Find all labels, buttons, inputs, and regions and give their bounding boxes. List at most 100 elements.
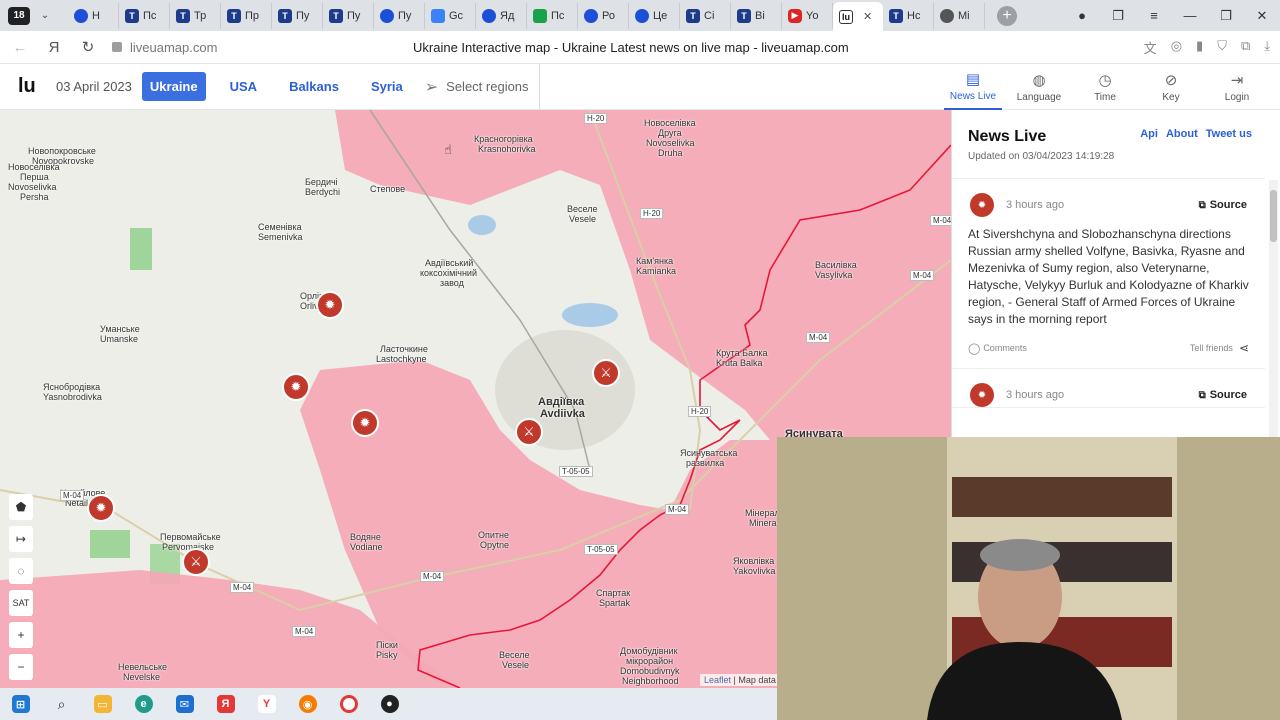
tab-favicon-icon (482, 8, 496, 23)
tab-count-badge[interactable]: 18 (8, 6, 30, 25)
tab-favicon-icon (380, 8, 394, 23)
menu-icon[interactable]: ≡ (1136, 0, 1172, 31)
yandex-icon[interactable]: Я (205, 688, 246, 720)
collections-icon[interactable]: ❐ (1100, 0, 1136, 31)
firefox-icon[interactable]: ◉ (287, 688, 328, 720)
zoom-in-button[interactable]: + (9, 622, 33, 648)
tab-favicon-icon (431, 8, 445, 23)
map-place-label: Vasylivka (815, 270, 853, 280)
tab-list-chevron-icon[interactable]: ⌄ (34, 10, 56, 21)
event-marker-gunfire[interactable]: ⚔ (592, 359, 620, 387)
road-shield: T-05-05 (559, 466, 593, 477)
browser-tab[interactable]: T Пр (221, 2, 272, 29)
lock-icon (112, 42, 122, 52)
browser-tab[interactable]: T Сі (680, 2, 731, 29)
event-marker-explosion[interactable]: ✹ (316, 291, 344, 319)
tab-label: Пу (398, 9, 412, 22)
event-marker-gunfire[interactable]: ⚔ (515, 418, 543, 446)
scrollbar-thumb[interactable] (1270, 190, 1277, 242)
news-icon: ▤ (965, 71, 981, 88)
browser-tab[interactable]: T Тр (170, 2, 221, 29)
nav-news-live[interactable]: ▤ News Live (944, 64, 1002, 110)
source-link[interactable]: ⧉ Source (1199, 389, 1247, 401)
tweet-us-link[interactable]: Tweet us (1206, 128, 1252, 140)
browser-tab[interactable]: T Пс (119, 2, 170, 29)
satellite-toggle[interactable]: SAT (9, 590, 33, 616)
browser-tab[interactable]: T Пу (323, 2, 374, 29)
minimize-button[interactable]: — (1172, 0, 1208, 31)
map-place-label: Avdiivka (540, 408, 585, 420)
reload-button[interactable]: ↻ (74, 38, 102, 56)
browser-tab[interactable]: Це (629, 2, 680, 29)
edge-icon[interactable]: e (123, 688, 164, 720)
region-syria[interactable]: Syria (363, 72, 411, 101)
close-window-button[interactable]: ✕ (1244, 0, 1280, 31)
map-place-label: Kamianka (636, 266, 677, 276)
mail-icon[interactable]: ✉ (164, 688, 205, 720)
translate-icon[interactable]: 文 (1144, 38, 1157, 57)
nav-time[interactable]: ◷ Time (1076, 64, 1134, 110)
restore-button[interactable]: ❐ (1208, 0, 1244, 31)
event-marker-explosion[interactable]: ✹ (351, 409, 379, 437)
event-marker-gunfire[interactable]: ⚔ (182, 548, 210, 576)
profile-icon[interactable]: ● (1064, 0, 1100, 31)
source-label: Source (1209, 389, 1247, 401)
api-link[interactable]: Api (1140, 128, 1158, 140)
url-field[interactable]: liveuamap.com (112, 40, 217, 55)
obs-icon[interactable]: ● (369, 688, 410, 720)
date-label[interactable]: 03 April 2023 (56, 79, 132, 94)
source-link[interactable]: ⧉ Source (1199, 199, 1247, 211)
region-ukraine[interactable]: Ukraine (141, 72, 206, 101)
liveuamap-logo[interactable]: lu (18, 75, 42, 98)
water-body (468, 215, 496, 235)
yandex-browser-icon[interactable]: Y (246, 688, 287, 720)
file-explorer-icon[interactable]: ▭ (82, 688, 123, 720)
windows-icon[interactable]: ⊞ (0, 688, 41, 720)
browser-tab[interactable]: Пс (527, 2, 578, 29)
yandex-home-icon[interactable]: Я (40, 39, 68, 56)
zoom-out-button[interactable]: − (9, 654, 33, 680)
bookmark-icon[interactable]: ▮ (1196, 38, 1203, 57)
leaflet-link[interactable]: Leaflet (704, 675, 731, 685)
news-item[interactable]: ✹ 3 hours ago ⧉ Source At Sivershchyna an… (952, 179, 1265, 369)
news-item[interactable]: ✹ 3 hours ago ⧉ Source (952, 369, 1265, 408)
back-button[interactable]: ← (6, 39, 34, 56)
header-nav: ▤ News Live ◍ Language ◷ Time ⊘ Key ⇥ Lo… (936, 64, 1266, 110)
hide-layer-button[interactable]: ◌ (9, 558, 33, 584)
browser-tab[interactable]: T Ві (731, 2, 782, 29)
browser-tab[interactable]: Н (68, 2, 119, 29)
browser-tab[interactable]: Пу (374, 2, 425, 29)
browser-tab[interactable]: T Нс (883, 2, 934, 29)
region-balkans[interactable]: Balkans (281, 72, 347, 101)
browser-tab[interactable]: Яд (476, 2, 527, 29)
opera-icon[interactable] (328, 688, 369, 720)
measure-button[interactable]: ↦ (9, 526, 33, 552)
news-scrollbar[interactable] (1269, 180, 1278, 440)
close-tab-icon[interactable]: ✕ (863, 10, 872, 23)
draw-shape-button[interactable]: ⬟ (9, 494, 33, 520)
comments-link[interactable]: ◯ Comments (968, 342, 1027, 355)
nav-language[interactable]: ◍ Language (1010, 64, 1068, 110)
reader-icon[interactable]: ◎ (1171, 38, 1182, 57)
download-icon[interactable]: ⤓ (1264, 38, 1270, 57)
search-icon[interactable]: ⌕ (41, 688, 82, 720)
tell-friends-link[interactable]: Tell friends ⋖ (1190, 341, 1249, 355)
browser-tab[interactable]: Gc (425, 2, 476, 29)
select-regions-button[interactable]: ➢ Select regions (425, 63, 540, 110)
browser-tab[interactable]: Mi (934, 2, 985, 29)
event-marker-explosion[interactable]: ✹ (282, 373, 310, 401)
new-tab-button[interactable]: + (997, 5, 1017, 26)
protect-icon[interactable]: ⛉ (1217, 38, 1227, 57)
tab-label: Яд (500, 9, 515, 22)
browser-tab[interactable]: ▶ Yo (782, 2, 833, 29)
browser-tab-active[interactable]: lu ✕ (833, 2, 883, 31)
event-marker-explosion[interactable]: ✹ (87, 494, 115, 522)
extensions-icon[interactable]: ⧉ (1241, 38, 1250, 57)
browser-tab[interactable]: T Пу (272, 2, 323, 29)
browser-tab[interactable]: Ро (578, 2, 629, 29)
nav-key[interactable]: ⊘ Key (1142, 64, 1200, 110)
about-link[interactable]: About (1166, 128, 1198, 140)
region-usa[interactable]: USA (222, 72, 265, 101)
news-feed[interactable]: ✹ 3 hours ago ⧉ Source At Sivershchyna an… (952, 178, 1265, 440)
nav-login[interactable]: ⇥ Login (1208, 64, 1266, 110)
